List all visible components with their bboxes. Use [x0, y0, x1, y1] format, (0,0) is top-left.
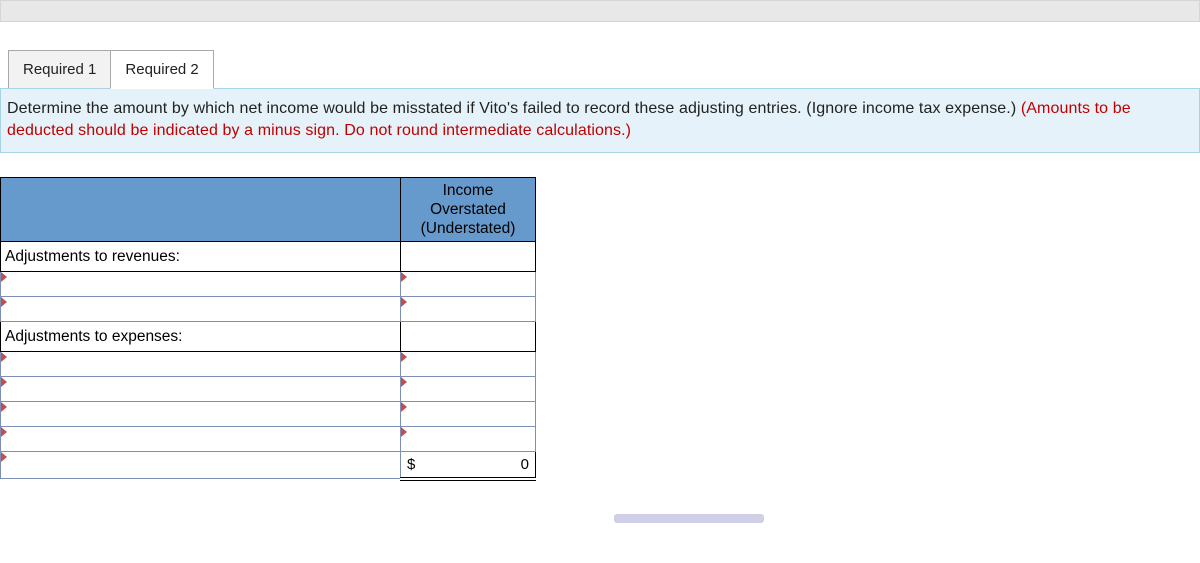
- dropdown-icon: [1, 297, 7, 307]
- total-label[interactable]: [1, 452, 401, 479]
- top-toolbar-strip: [0, 0, 1200, 22]
- table-row: [1, 297, 536, 322]
- tab-bar: Required 1 Required 2: [0, 50, 1200, 89]
- section-expenses: Adjustments to expenses:: [1, 322, 401, 352]
- tab-required-1[interactable]: Required 1: [8, 50, 111, 89]
- dropdown-icon: [401, 297, 407, 307]
- rev-row-1-value[interactable]: [401, 272, 536, 297]
- instructions-panel: Determine the amount by which net income…: [0, 88, 1200, 153]
- exp-row-1-label[interactable]: [1, 352, 401, 377]
- instructions-main: Determine the amount by which net income…: [7, 100, 1021, 117]
- header-blank: [1, 178, 401, 242]
- exp-row-1-value[interactable]: [401, 352, 536, 377]
- table-row: [1, 352, 536, 377]
- section-expenses-right: [401, 322, 536, 352]
- exp-row-4-value[interactable]: [401, 427, 536, 452]
- gap: [0, 22, 1200, 50]
- currency-symbol: $: [407, 456, 415, 473]
- dropdown-icon: [1, 377, 7, 387]
- dropdown-icon: [1, 352, 7, 362]
- table-row: [1, 272, 536, 297]
- horizontal-scrollbar[interactable]: [614, 514, 764, 523]
- dropdown-icon: [401, 352, 407, 362]
- rev-row-2-value[interactable]: [401, 297, 536, 322]
- scroll-area: [0, 505, 1200, 527]
- dropdown-icon: [401, 402, 407, 412]
- dropdown-icon: [1, 452, 7, 462]
- section-revenues-right: [401, 242, 536, 272]
- exp-row-3-value[interactable]: [401, 402, 536, 427]
- total-row: $ 0: [1, 452, 536, 479]
- dropdown-icon: [401, 427, 407, 437]
- table-row: [1, 377, 536, 402]
- total-amount: 0: [521, 456, 529, 473]
- dropdown-icon: [1, 427, 7, 437]
- exp-row-2-value[interactable]: [401, 377, 536, 402]
- table-row: [1, 402, 536, 427]
- header-income-col: Income Overstated (Understated): [401, 178, 536, 242]
- dropdown-icon: [1, 402, 7, 412]
- exp-row-2-label[interactable]: [1, 377, 401, 402]
- total-value: $ 0: [401, 452, 536, 479]
- exp-row-4-label[interactable]: [1, 427, 401, 452]
- tab-required-2[interactable]: Required 2: [110, 50, 213, 89]
- exp-row-3-label[interactable]: [1, 402, 401, 427]
- dropdown-icon: [401, 377, 407, 387]
- section-revenues: Adjustments to revenues:: [1, 242, 401, 272]
- table-row: [1, 427, 536, 452]
- rev-row-1-label[interactable]: [1, 272, 401, 297]
- dropdown-icon: [1, 272, 7, 282]
- dropdown-icon: [401, 272, 407, 282]
- worksheet-table: Income Overstated (Understated) Adjustme…: [0, 177, 1200, 481]
- rev-row-2-label[interactable]: [1, 297, 401, 322]
